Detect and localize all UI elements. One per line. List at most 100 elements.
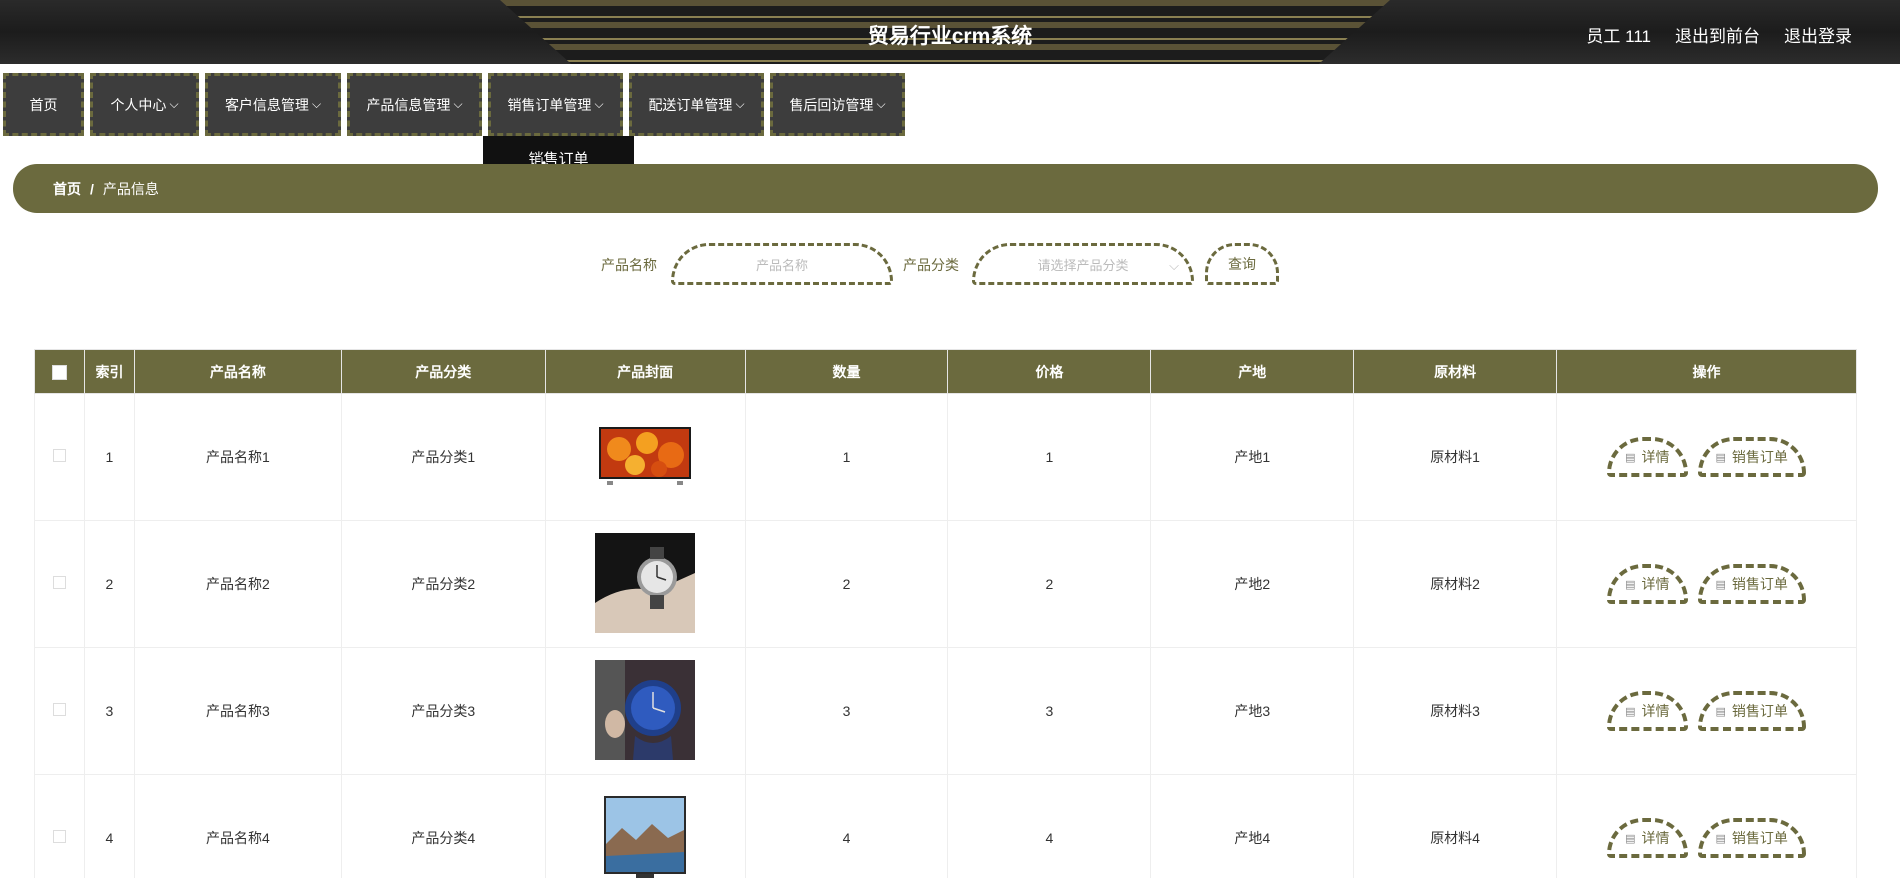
product-name-input[interactable]: 产品名称 xyxy=(671,243,893,285)
product-table: 索引 产品名称 产品分类 产品封面 数量 价格 产地 原材料 操作 1 产品名称… xyxy=(34,349,1857,878)
product-category-select[interactable]: 请选择产品分类 ⌵ xyxy=(972,243,1194,285)
nav-item-customers[interactable]: 客户信息管理 ⌵ xyxy=(205,73,341,136)
name-cell: 产品名称3 xyxy=(133,647,342,775)
price-cell: 3 xyxy=(947,647,1152,775)
chevron-down-icon: ⌵ xyxy=(876,97,886,111)
detail-button-label: 详情 xyxy=(1641,703,1670,719)
column-header: 操作 xyxy=(1556,349,1857,394)
product-cover-image xyxy=(595,659,696,760)
table-row[interactable]: 3 产品名称3 产品分类3 3 3 产地3 原材料3 ▤ 详情 ▤ 销售订单 xyxy=(34,647,1857,775)
row-select-cell xyxy=(34,647,85,775)
column-header: 产品名称 xyxy=(133,349,342,394)
breadcrumb-home[interactable]: 首页 xyxy=(53,179,81,199)
quantity-cell: 3 xyxy=(744,647,949,775)
product-cover-image xyxy=(595,532,696,633)
nav-item-delivery-orders[interactable]: 配送订单管理 ⌵ xyxy=(629,73,764,136)
quantity-cell: 4 xyxy=(744,774,949,878)
name-cell: 产品名称2 xyxy=(133,520,342,648)
quantity-cell: 2 xyxy=(744,520,949,648)
row-checkbox[interactable] xyxy=(52,449,66,462)
table-header-row: 索引 产品名称 产品分类 产品封面 数量 价格 产地 原材料 操作 xyxy=(34,349,1857,394)
category-cell: 产品分类2 xyxy=(340,520,546,648)
document-icon: ▤ xyxy=(1715,832,1726,845)
top-header: 贸易行业crm系统 员工 111 退出到前台 退出登录 xyxy=(0,0,1900,64)
material-cell: 原材料3 xyxy=(1353,647,1558,775)
name-cell: 产品名称4 xyxy=(133,774,342,878)
chevron-down-icon: ⌵ xyxy=(594,97,604,111)
detail-button[interactable]: ▤ 详情 xyxy=(1607,691,1688,731)
query-button[interactable]: 查询 xyxy=(1205,243,1279,285)
category-cell: 产品分类1 xyxy=(340,393,546,521)
nav-item-label: 首页 xyxy=(29,96,58,113)
row-select-cell xyxy=(34,520,85,648)
chevron-down-icon: ⌵ xyxy=(169,97,179,111)
nav-item-label: 销售订单管理 xyxy=(507,96,592,113)
nav-item-personal[interactable]: 个人中心 ⌵ xyxy=(90,73,199,136)
detail-button-label: 详情 xyxy=(1641,449,1670,465)
select-all-checkbox[interactable] xyxy=(51,364,67,380)
column-header: 产地 xyxy=(1150,349,1355,394)
column-header: 数量 xyxy=(744,349,949,394)
name-cell: 产品名称1 xyxy=(133,393,342,521)
select-all-header xyxy=(34,349,85,394)
index-cell: 4 xyxy=(83,774,135,878)
nav-item-after-sales[interactable]: 售后回访管理 ⌵ xyxy=(770,73,905,136)
nav-item-products[interactable]: 产品信息管理 ⌵ xyxy=(347,73,482,136)
quantity-cell: 1 xyxy=(744,393,949,521)
price-cell: 1 xyxy=(947,393,1152,521)
column-header: 产品分类 xyxy=(340,349,546,394)
detail-button[interactable]: ▤ 详情 xyxy=(1607,437,1688,477)
sales-order-button[interactable]: ▤ 销售订单 xyxy=(1697,564,1806,604)
row-checkbox[interactable] xyxy=(52,703,66,716)
chevron-down-icon: ⌵ xyxy=(311,97,322,111)
nav-item-label: 客户信息管理 xyxy=(224,96,309,113)
row-select-cell xyxy=(34,774,85,878)
detail-button[interactable]: ▤ 详情 xyxy=(1607,818,1688,858)
document-icon: ▤ xyxy=(1625,832,1636,845)
table-row[interactable]: 1 产品名称1 产品分类1 1 1 产地1 原材料1 ▤ 详情 ▤ 销售订单 xyxy=(34,393,1857,521)
row-select-cell xyxy=(34,393,85,521)
user-name: 员工 111 xyxy=(1586,27,1651,46)
chevron-down-icon: ⌵ xyxy=(453,97,463,111)
product-name-label: 产品名称 xyxy=(601,257,657,273)
sales-order-button[interactable]: ▤ 销售订单 xyxy=(1697,691,1806,731)
nav-item-label: 个人中心 xyxy=(110,96,167,113)
to-front-link[interactable]: 退出到前台 xyxy=(1675,22,1760,47)
nav-item-home[interactable]: 首页 xyxy=(3,73,84,136)
product-cover-image xyxy=(604,795,687,878)
document-icon: ▤ xyxy=(1715,451,1726,464)
row-checkbox[interactable] xyxy=(52,830,66,843)
actions-cell: ▤ 详情 ▤ 销售订单 xyxy=(1556,647,1857,775)
breadcrumb-separator: / xyxy=(90,180,94,197)
nav-item-sales-orders[interactable]: 销售订单管理 ⌵ xyxy=(488,73,623,136)
origin-cell: 产地2 xyxy=(1150,520,1355,648)
header-actions: 员工 111 退出到前台 退出登录 xyxy=(1586,22,1852,47)
table-row[interactable]: 2 产品名称2 产品分类2 2 2 产地2 原材料2 ▤ 详情 ▤ 销售订单 xyxy=(34,520,1857,648)
table-row[interactable]: 4 产品名称4 产品分类4 4 4 产地4 原材料4 ▤ 详情 ▤ 销售订单 xyxy=(34,774,1857,878)
origin-cell: 产地1 xyxy=(1150,393,1355,521)
detail-button[interactable]: ▤ 详情 xyxy=(1607,564,1688,604)
sales-order-button-label: 销售订单 xyxy=(1731,449,1788,465)
document-icon: ▤ xyxy=(1625,578,1636,591)
index-cell: 3 xyxy=(83,647,135,775)
nav-item-label: 售后回访管理 xyxy=(789,96,874,113)
row-checkbox[interactable] xyxy=(52,576,66,589)
detail-button-label: 详情 xyxy=(1641,576,1670,592)
sales-order-button[interactable]: ▤ 销售订单 xyxy=(1697,437,1806,477)
column-header: 价格 xyxy=(947,349,1152,394)
actions-cell: ▤ 详情 ▤ 销售订单 xyxy=(1556,520,1857,648)
cover-cell xyxy=(544,774,746,878)
document-icon: ▤ xyxy=(1625,451,1636,464)
category-cell: 产品分类3 xyxy=(340,647,546,775)
actions-cell: ▤ 详情 ▤ 销售订单 xyxy=(1556,774,1857,878)
nav-item-label: 产品信息管理 xyxy=(366,96,451,113)
material-cell: 原材料1 xyxy=(1353,393,1558,521)
column-header: 原材料 xyxy=(1353,349,1558,394)
logout-link[interactable]: 退出登录 xyxy=(1784,22,1852,47)
detail-button-label: 详情 xyxy=(1641,830,1670,846)
breadcrumb: 首页 / 产品信息 xyxy=(13,164,1878,213)
sales-order-button[interactable]: ▤ 销售订单 xyxy=(1697,818,1806,858)
cover-cell xyxy=(544,647,746,775)
chevron-down-icon: ⌵ xyxy=(735,97,745,111)
cover-cell xyxy=(544,393,746,521)
